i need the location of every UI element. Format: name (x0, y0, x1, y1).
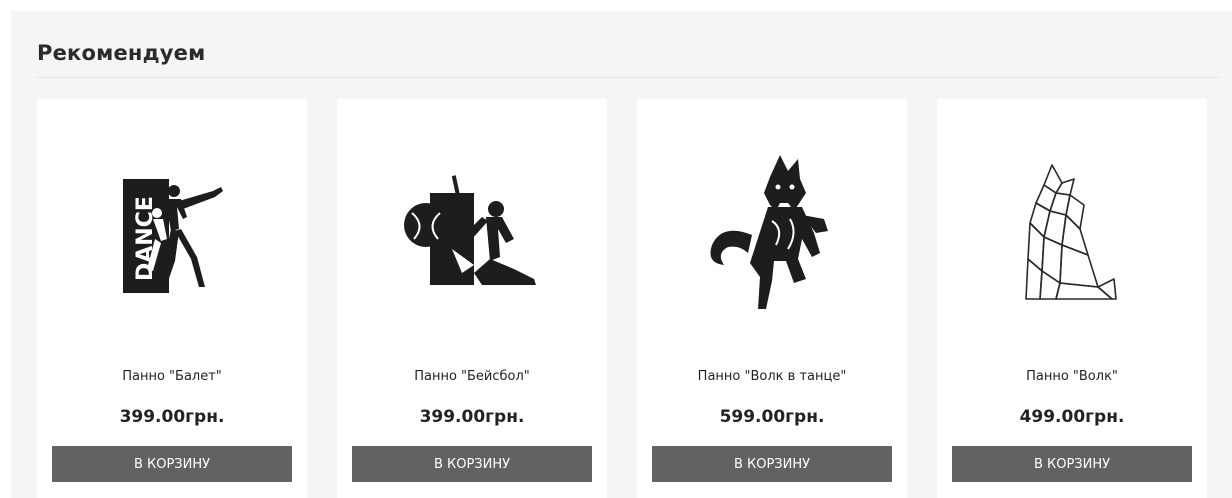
product-name[interactable]: Панно "Балет" (37, 369, 307, 384)
product-name[interactable]: Панно "Бейсбол" (337, 369, 607, 384)
product-image-baseball[interactable] (337, 99, 607, 369)
add-to-cart-button[interactable]: В КОРЗИНУ (952, 446, 1192, 482)
product-price: 599.00грн. (719, 407, 825, 427)
add-to-cart-button[interactable]: В КОРЗИНУ (652, 446, 892, 482)
title-divider (37, 77, 1221, 78)
product-card-dancing-wolf[interactable]: Панно "Волк в танце" 599.00грн. В КОРЗИН… (637, 99, 907, 498)
add-to-cart-button[interactable]: В КОРЗИНУ (52, 446, 292, 482)
product-card-wolf[interactable]: Панно "Волк" 499.00грн. В КОРЗИНУ (937, 99, 1207, 498)
product-price: 399.00грн. (419, 407, 525, 427)
product-card-baseball[interactable]: Панно "Бейсбол" 399.00грн. В КОРЗИНУ (337, 99, 607, 498)
product-name[interactable]: Панно "Волк в танце" (637, 369, 907, 384)
baseball-panel-image (404, 175, 536, 285)
product-name[interactable]: Панно "Волк" (937, 369, 1207, 384)
product-image-wolf[interactable] (937, 99, 1207, 369)
product-price: 499.00грн. (1019, 407, 1125, 427)
geometric-wolf-panel-image (1025, 164, 1117, 300)
recommended-section: Рекомендуем DANCE Панно "Балет" 399.00гр… (11, 11, 1232, 498)
ballet-dance-panel-image: DANCE (123, 179, 223, 293)
product-image-ballet[interactable]: DANCE (37, 99, 307, 369)
product-card-ballet[interactable]: DANCE Панно "Балет" 399.00грн. В КОРЗИНУ (37, 99, 307, 498)
add-to-cart-button[interactable]: В КОРЗИНУ (352, 446, 592, 482)
section-title: Рекомендуем (37, 41, 206, 65)
product-price: 399.00грн. (119, 407, 225, 427)
dancing-wolf-panel-image (710, 155, 828, 309)
product-image-dancing-wolf[interactable] (637, 99, 907, 369)
